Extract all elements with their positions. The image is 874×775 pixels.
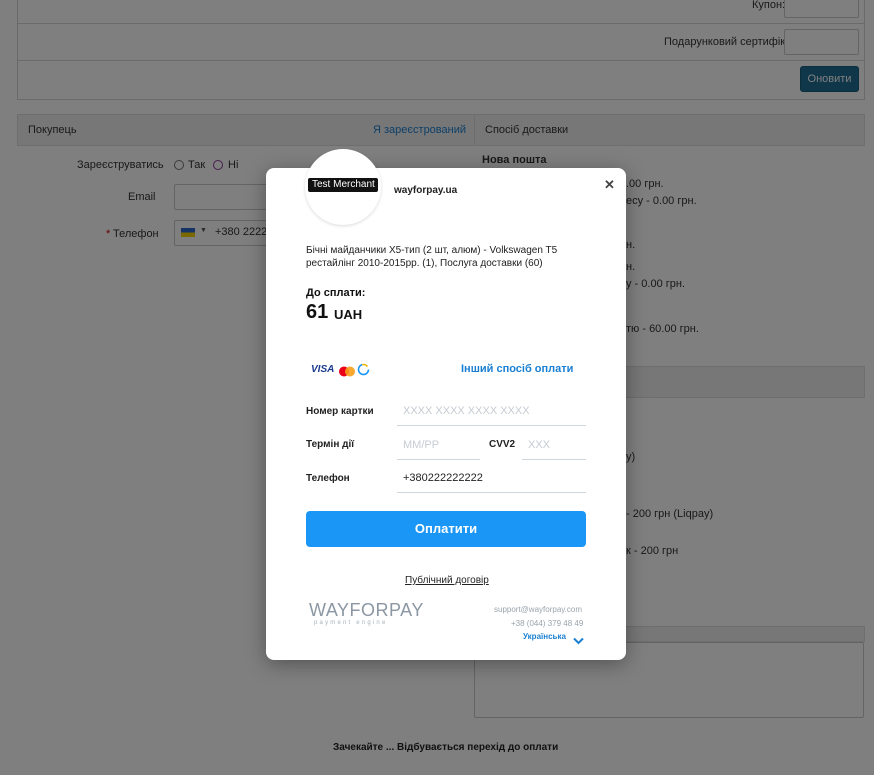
wayforpay-logo: WAYFORPAY — [309, 600, 424, 620]
card-number-input[interactable]: XXXX XXXX XXXX XXXX — [397, 400, 586, 426]
visa-icon: VISA — [311, 364, 335, 375]
cvv-label: CVV2 — [489, 439, 516, 450]
expiry-label: Термін дії — [306, 439, 355, 450]
chevron-down-icon — [573, 632, 584, 650]
modal-phone-input[interactable]: +380222222222 — [397, 467, 586, 493]
merchant-logo-text: Test Merchant — [312, 179, 375, 190]
prostir-card-icon — [357, 363, 370, 376]
modal-phone-value: +380222222222 — [403, 472, 483, 484]
cvv-input[interactable]: XXX — [522, 434, 586, 460]
cvv-placeholder: XXX — [528, 439, 551, 451]
close-icon[interactable]: ✕ — [604, 177, 615, 193]
amount-currency: UAH — [334, 307, 363, 322]
language-selector[interactable]: Українська — [523, 632, 586, 645]
merchant-site: wayforpay.ua — [394, 185, 458, 196]
language-label: Українська — [523, 632, 566, 641]
card-number-label: Номер картки — [306, 406, 374, 417]
modal-phone-label: Телефон — [306, 473, 350, 484]
amount-value: 61 — [306, 301, 329, 323]
other-payment-method-link[interactable]: Інший спосіб оплати — [461, 363, 573, 375]
public-contract-link[interactable]: Публічний договір — [405, 575, 489, 586]
amount-label: До сплати: — [306, 287, 366, 299]
pay-button[interactable]: Оплатити — [306, 511, 586, 547]
expiry-input[interactable]: MM/PP — [397, 434, 480, 460]
order-description: Бічні майданчики X5-тип (2 шт, алюм) - V… — [306, 245, 558, 269]
mastercard-icon — [338, 364, 356, 377]
support-email[interactable]: support@wayforpay.com — [494, 605, 582, 614]
merchant-logo-badge: Test Merchant — [308, 178, 378, 192]
wayforpay-tagline: payment engine — [314, 620, 388, 626]
support-phone: +38 (044) 379 48 49 — [511, 619, 584, 628]
expiry-placeholder: MM/PP — [403, 439, 440, 451]
merchant-logo: Test Merchant — [305, 149, 381, 225]
card-number-placeholder: XXXX XXXX XXXX XXXX — [403, 405, 530, 417]
